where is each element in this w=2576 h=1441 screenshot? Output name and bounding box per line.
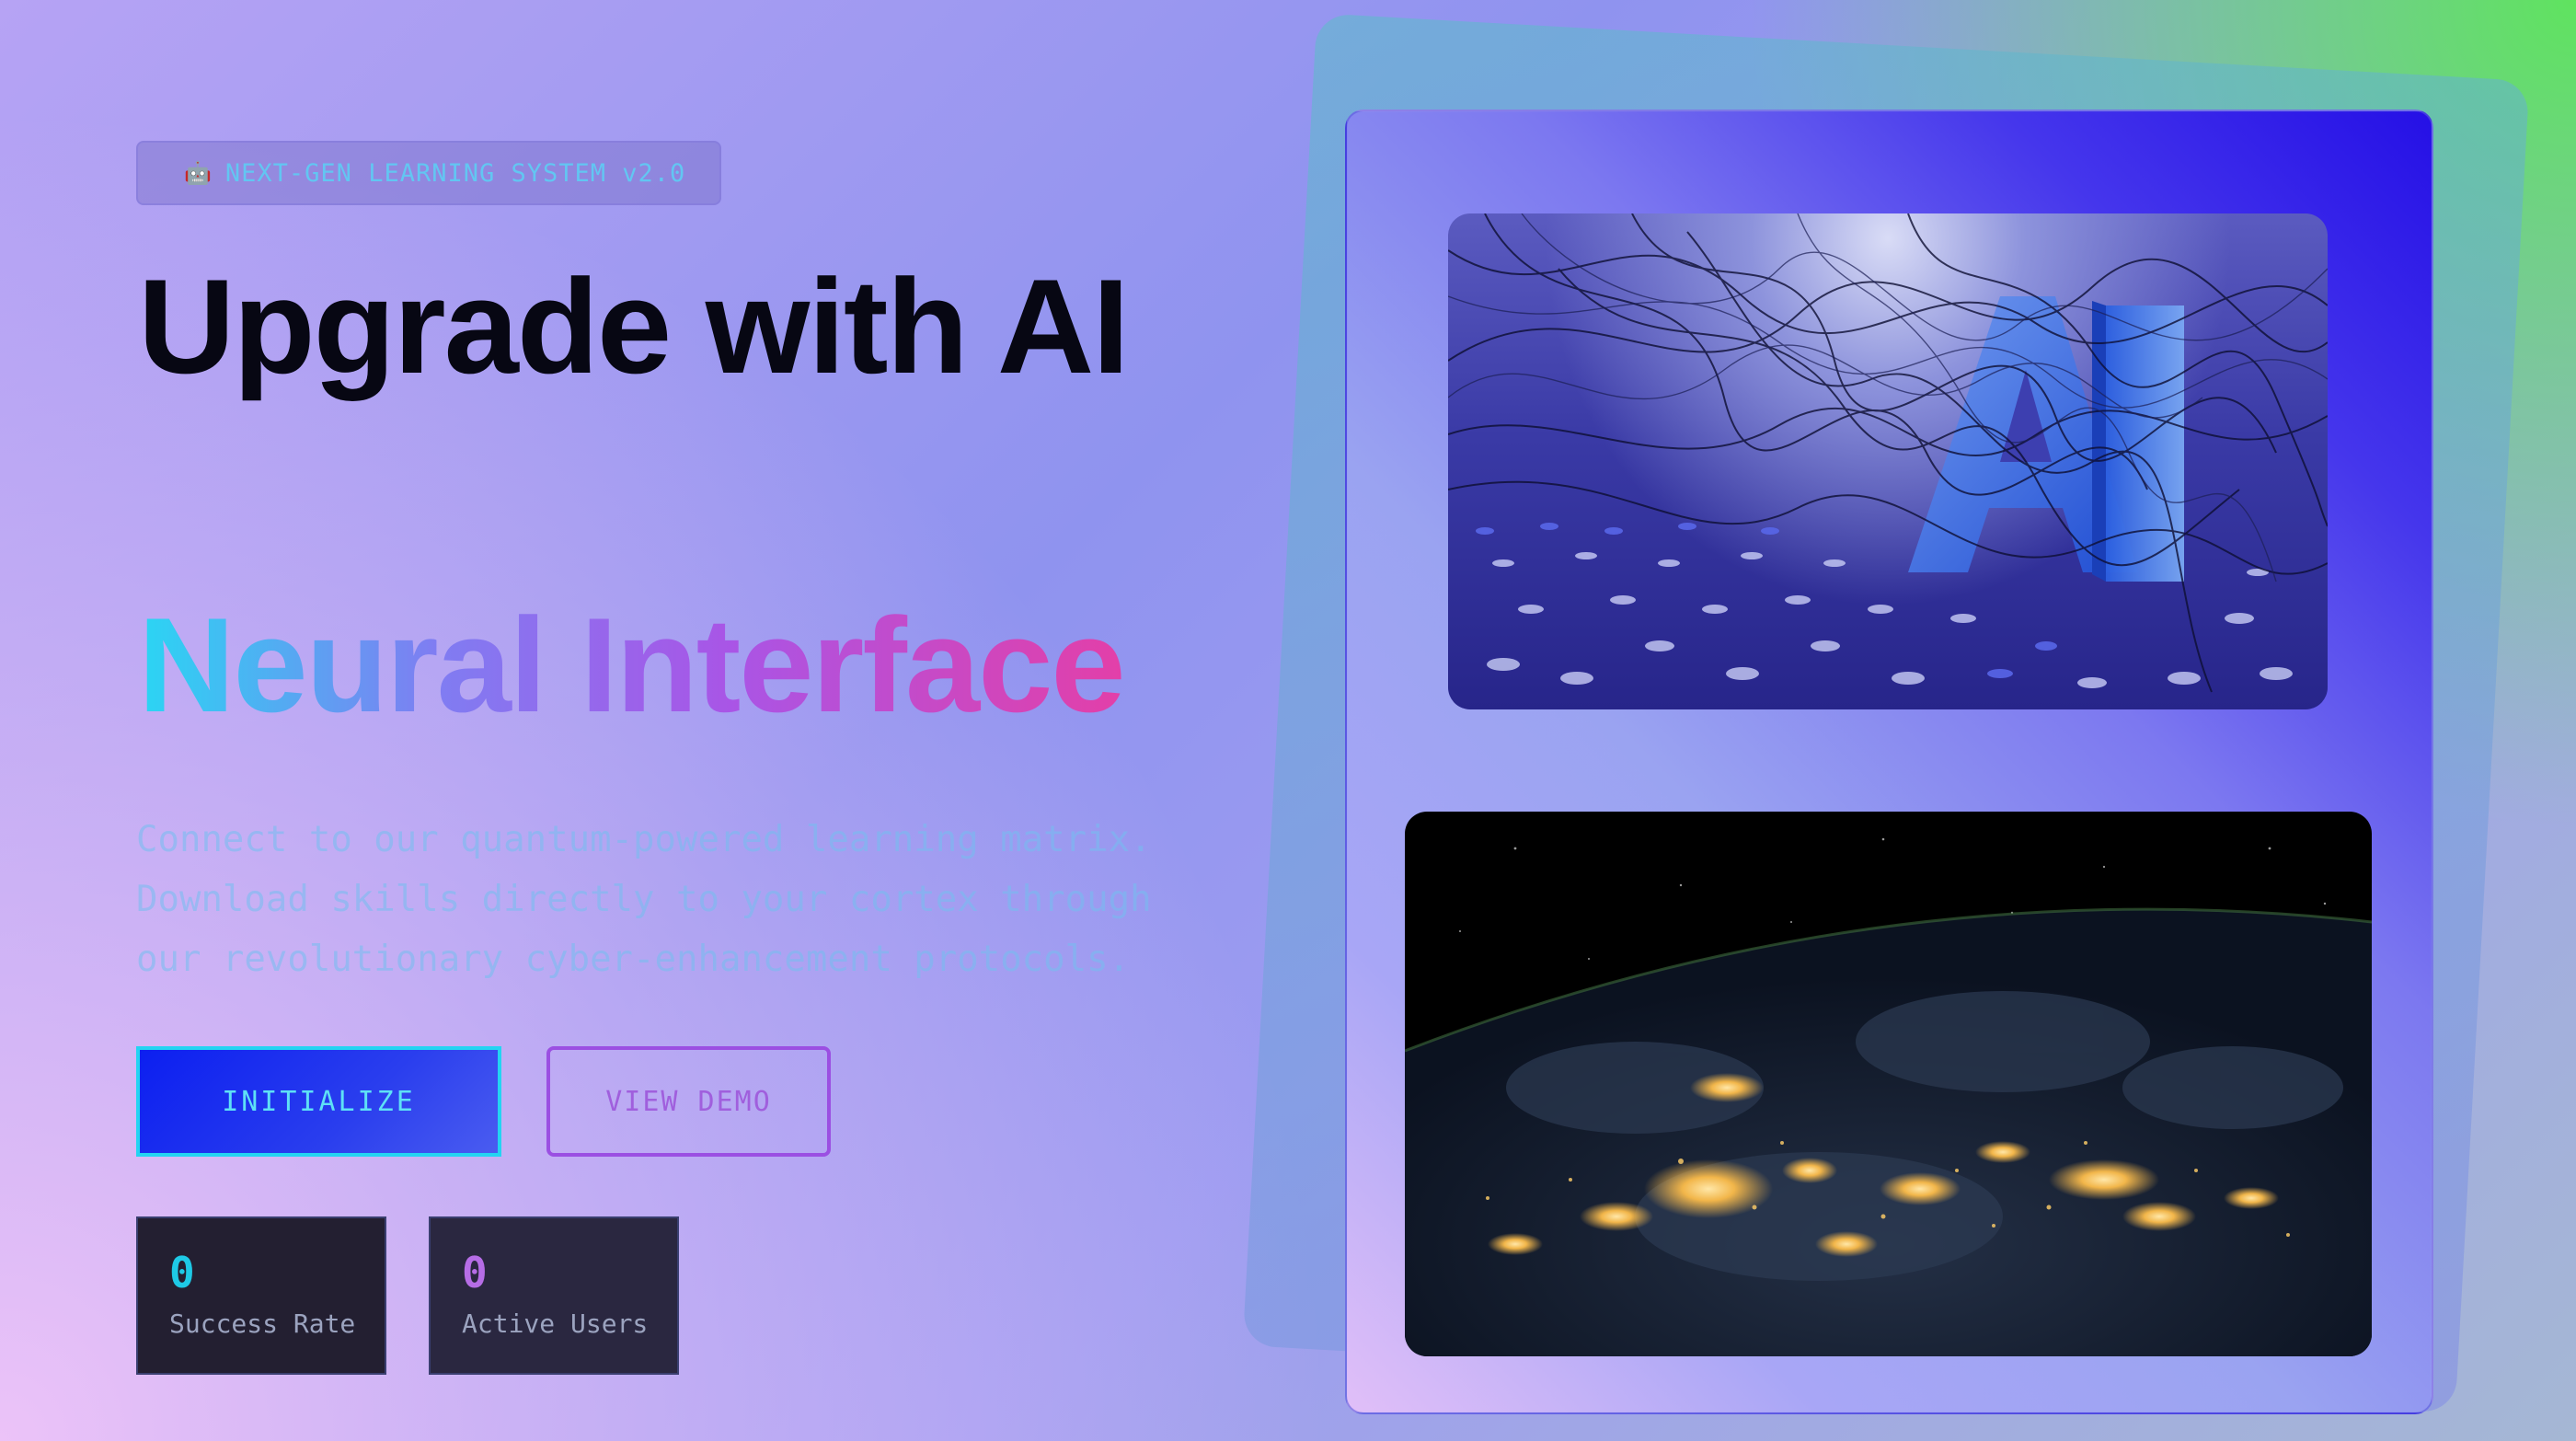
ai-letters-illustration (1448, 213, 2328, 693)
stat-value: 0 (462, 1248, 488, 1297)
stat-card-success-rate: 0 Success Rate (136, 1216, 386, 1375)
version-badge-label: NEXT-GEN LEARNING SYSTEM v2.0 (224, 158, 686, 188)
robot-icon: 🤖 (184, 160, 213, 186)
ai-letters-image (1448, 213, 2328, 709)
version-badge: 🤖 NEXT-GEN LEARNING SYSTEM v2.0 (136, 141, 721, 205)
description-line: Connect to our quantum-powered learning … (136, 819, 1152, 860)
initialize-button[interactable]: INITIALIZE (136, 1046, 501, 1157)
view-demo-button[interactable]: VIEW DEMO (546, 1046, 831, 1157)
earth-night-image (1405, 812, 2372, 1356)
description-line: Download skills directly to your cortex … (136, 879, 1152, 920)
stat-card-active-users: 0 Active Users (429, 1216, 679, 1375)
page-title: Upgrade with AI (138, 251, 1130, 401)
description-line: our revolutionary cyber-enhancement prot… (136, 939, 1131, 980)
media-card (1345, 110, 2433, 1414)
stat-value: 0 (169, 1248, 195, 1297)
earth-night-illustration (1405, 837, 2372, 1356)
stat-label: Active Users (462, 1308, 649, 1339)
stat-label: Success Rate (169, 1308, 356, 1339)
page-subtitle: Neural Interface (138, 590, 1126, 740)
hero-description: Connect to our quantum-powered learning … (136, 810, 1240, 989)
